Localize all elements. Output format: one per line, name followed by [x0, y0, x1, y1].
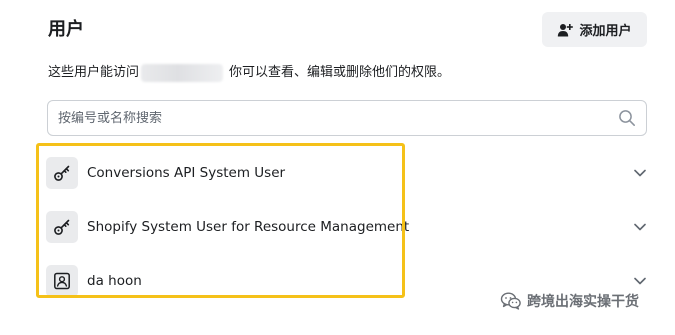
- avatar: [46, 211, 78, 243]
- add-user-button[interactable]: 添加用户: [542, 12, 647, 47]
- user-row[interactable]: Conversions API System User: [46, 155, 651, 191]
- id-card-icon: [54, 272, 70, 290]
- key-icon: [54, 165, 70, 181]
- user-name: da hoon: [87, 273, 142, 289]
- watermark: 跨境出海实操干货: [500, 290, 639, 312]
- add-user-button-label: 添加用户: [579, 24, 632, 39]
- watermark-text: 跨境出海实操干货: [527, 294, 639, 310]
- description-text: 这些用户能访问 你可以查看、编辑或删除他们的权限。: [48, 64, 450, 82]
- chevron-down-icon[interactable]: [633, 274, 647, 288]
- user-name: Shopify System User for Resource Managem…: [87, 219, 410, 235]
- description-after: 你可以查看、编辑或删除他们的权限。: [229, 65, 451, 80]
- description-before: 这些用户能访问: [48, 65, 140, 80]
- add-person-icon: [557, 22, 574, 38]
- avatar: [46, 157, 78, 189]
- search-icon[interactable]: [618, 109, 636, 127]
- search-box[interactable]: [47, 100, 647, 136]
- user-row[interactable]: Shopify System User for Resource Managem…: [46, 209, 651, 245]
- users-panel: 用户 添加用户 这些用户能访问 你可以查看、编辑或删除他们的权限。 按编号或名称…: [0, 0, 675, 335]
- page-title: 用户: [48, 19, 84, 40]
- redacted-business-name: [141, 64, 224, 82]
- chevron-down-icon[interactable]: [633, 166, 647, 180]
- key-icon: [54, 219, 70, 235]
- avatar: [46, 265, 78, 297]
- chevron-down-icon[interactable]: [633, 220, 647, 234]
- wechat-icon: [500, 290, 522, 312]
- user-name: Conversions API System User: [87, 165, 286, 181]
- search-input[interactable]: [58, 110, 618, 126]
